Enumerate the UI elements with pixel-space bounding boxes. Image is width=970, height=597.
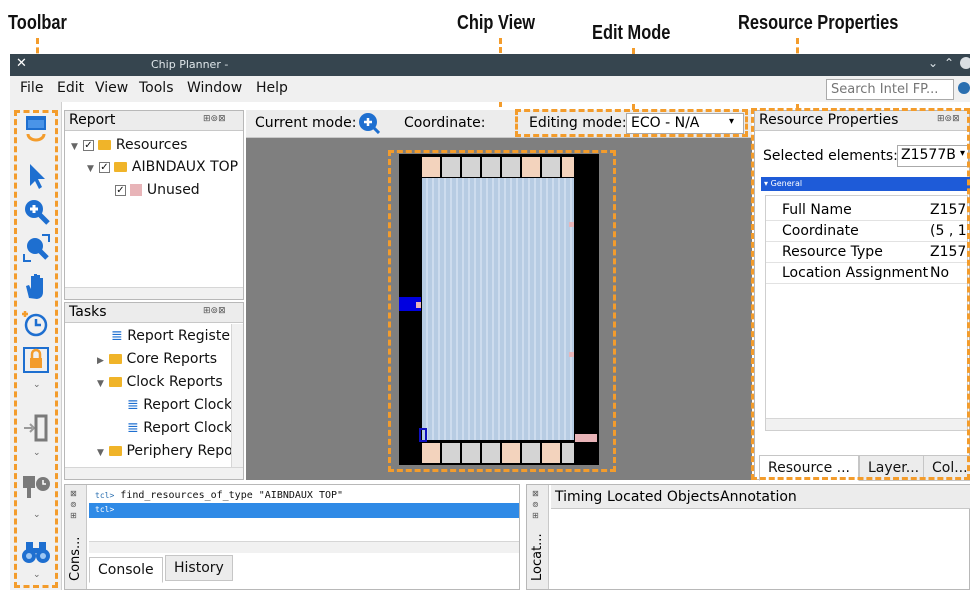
task-item[interactable]: ≣ Report Clock [127, 397, 231, 413]
console-side-label: Cons... [68, 536, 83, 581]
tree-item-label: Resources [115, 137, 188, 153]
task-item-label: Report Clock [143, 397, 231, 413]
tab-timing[interactable]: Timing [555, 489, 602, 505]
checkbox-icon[interactable]: ✓ [115, 184, 126, 196]
tasks-panel-title: Tasks [69, 304, 107, 320]
report-doc-icon: ≣ [111, 328, 123, 344]
task-item-label: Core Reports [126, 351, 218, 367]
checkbox-icon[interactable]: ✓ [99, 161, 110, 173]
located-sidebar: ⊠ ⊚ ⊞ Locat... [527, 485, 549, 589]
console-panel: ⊠ ⊚ ⊞ Cons... tcl> find_resources_of_type … [64, 484, 520, 590]
callout-box-toolbar [14, 110, 58, 588]
app-logo-icon: ✕ [16, 56, 27, 71]
console-prompt: tcl> [95, 491, 115, 500]
close-window-icon[interactable] [960, 57, 970, 69]
zoom-mode-icon [358, 112, 381, 138]
callout-box-edit-mode [515, 109, 748, 137]
panel-controls-icon[interactable]: ⊞⊚⊠ [203, 306, 226, 316]
report-doc-icon: ≣ [127, 420, 139, 436]
folder-icon [98, 140, 112, 150]
menu-help[interactable]: Help [256, 80, 288, 96]
tab-located-objects[interactable]: Located Objects [607, 489, 720, 505]
console-command: find_resources_of_type "AIBNDAUX TOP" [120, 490, 344, 501]
tab-annotation[interactable]: Annotation [720, 489, 797, 505]
coordinate-label: Coordinate: [404, 115, 486, 131]
report-doc-icon: ≣ [127, 397, 139, 413]
tasks-vscrollbar[interactable] [231, 324, 243, 468]
task-item-label: Clock Reports [126, 374, 223, 390]
console-sidebar: ⊠ ⊚ ⊞ Cons... [65, 485, 87, 589]
callout-resource-properties: Resource Properties [738, 12, 899, 34]
panel-controls-icon[interactable]: ⊠ ⊚ ⊞ [70, 488, 77, 521]
task-item[interactable]: ▼ Periphery Repo [97, 443, 231, 459]
task-item-label: Report Register [127, 328, 231, 344]
tasks-list: ≣ Report Register ▶ Core Reports ▼ Clock… [65, 324, 231, 468]
menu-file[interactable]: File [20, 80, 43, 96]
menu-edit[interactable]: Edit [57, 80, 84, 96]
report-panel-title: Report [69, 112, 116, 128]
maximize-icon[interactable]: ⌃ [944, 56, 954, 70]
menu-view[interactable]: View [95, 80, 128, 96]
tree-item-unused[interactable]: ✓ Unused [115, 182, 200, 198]
globe-icon[interactable] [958, 82, 970, 94]
callout-edit-mode: Edit Mode [592, 22, 671, 44]
search-input[interactable] [826, 79, 954, 100]
tab-history[interactable]: History [165, 555, 233, 581]
tree-item-resources[interactable]: ▼ ✓ Resources [71, 137, 187, 153]
located-side-label: Locat... [530, 533, 545, 581]
task-item-label: Periphery Repo [126, 443, 231, 459]
tree-item-label: AIBNDAUX TOP [131, 159, 239, 175]
folder-icon [109, 377, 122, 387]
tasks-panel: Tasks ⊞⊚⊠ ≣ Report Register ▶ Core Repor… [64, 302, 244, 480]
callout-box-resource-properties [751, 108, 970, 480]
window-title: Chip Planner - [151, 58, 229, 71]
task-item[interactable]: ▶ Core Reports [97, 351, 217, 367]
panel-controls-icon[interactable]: ⊠ ⊚ ⊞ [532, 488, 539, 521]
window-title-bar: ✕ Chip Planner - ⌄ ⌃ [10, 54, 970, 76]
tasks-panel-header: Tasks ⊞⊚⊠ [65, 303, 243, 323]
console-input-prompt: tcl> [95, 505, 115, 514]
task-item-label: Report Clock [143, 420, 231, 436]
folder-icon [114, 162, 128, 172]
current-mode-label: Current mode: [255, 115, 357, 131]
tasks-hscrollbar[interactable] [65, 467, 243, 479]
tab-console[interactable]: Console [89, 557, 163, 583]
unused-swatch-icon [130, 184, 143, 196]
located-objects-panel: ⊠ ⊚ ⊞ Locat... Timing Located Objects Anno… [526, 484, 970, 590]
callout-box-chip-view [388, 150, 616, 472]
folder-icon [109, 354, 122, 364]
callout-toolbar: Toolbar [8, 12, 67, 34]
tree-item-aibndaux[interactable]: ▼ ✓ AIBNDAUX TOP [87, 159, 238, 175]
tree-item-label: Unused [146, 182, 200, 198]
callout-chip-view: Chip View [457, 12, 536, 34]
menu-bar: File Edit View Tools Window Help [10, 76, 970, 102]
menu-window[interactable]: Window [187, 80, 242, 96]
menu-tools[interactable]: Tools [139, 80, 174, 96]
report-hscrollbar[interactable] [65, 287, 243, 299]
console-hscrollbar[interactable] [89, 541, 519, 553]
console-history-line: tcl> find_resources_of_type "AIBNDAUX TO… [95, 490, 343, 501]
panel-controls-icon[interactable]: ⊞⊚⊠ [203, 114, 226, 124]
report-panel-header: Report ⊞⊚⊠ [65, 111, 243, 131]
console-input-line[interactable]: tcl> [89, 503, 519, 518]
task-item[interactable]: ≣ Report Register [111, 328, 231, 344]
folder-icon [109, 446, 122, 456]
task-item[interactable]: ≣ Report Clock [127, 420, 231, 436]
report-panel: Report ⊞⊚⊠ ▼ ✓ Resources ▼ ✓ AIBNDAUX TOP … [64, 110, 244, 300]
minimize-icon[interactable]: ⌄ [928, 56, 938, 70]
checkbox-icon[interactable]: ✓ [83, 139, 94, 151]
task-item[interactable]: ▼ Clock Reports [97, 374, 223, 390]
located-tabs: Timing Located Objects Annotation [551, 485, 970, 509]
